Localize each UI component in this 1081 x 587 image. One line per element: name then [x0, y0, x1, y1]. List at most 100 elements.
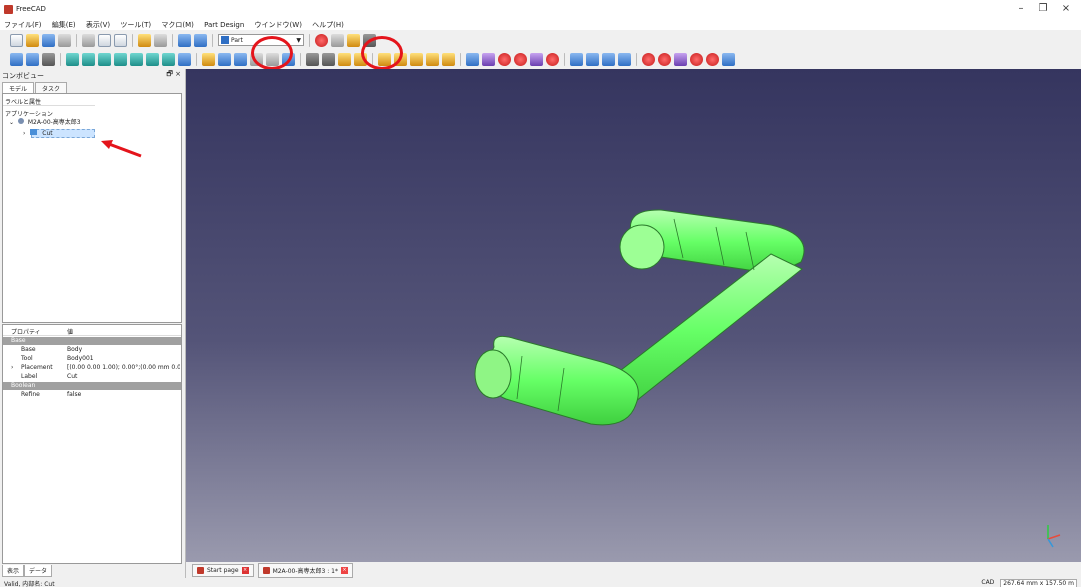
- close-button[interactable]: ×: [1058, 3, 1074, 17]
- line-icon[interactable]: [306, 52, 319, 66]
- tab-view[interactable]: 表示: [2, 565, 25, 577]
- combo-view-panel: コンボビュー 🗗 × モデル タスク ラベルと属性 アプリケーション ⌄ M2A…: [0, 69, 186, 578]
- close-icon[interactable]: ×: [241, 566, 249, 574]
- explode-compound-icon[interactable]: [482, 52, 495, 66]
- chamfer-icon[interactable]: [514, 52, 527, 66]
- document-tabs: Start page × M2A-00-高専太郎3 : 1* ×: [186, 562, 1081, 578]
- property-group-label: Boolean: [11, 382, 36, 389]
- view-top-icon[interactable]: [98, 52, 111, 66]
- view-left-icon[interactable]: [162, 52, 175, 66]
- draw-style-icon[interactable]: [42, 52, 55, 66]
- record-macro-icon[interactable]: [315, 33, 328, 47]
- property-row-refine[interactable]: Refine false: [3, 391, 181, 399]
- property-group-base[interactable]: Base: [3, 337, 181, 345]
- property-row-placement[interactable]: › Placement [(0.00 0.00 1.00); 0.00°;(0.…: [3, 364, 181, 372]
- face-maker-icon[interactable]: [530, 52, 543, 66]
- copy-icon[interactable]: [98, 33, 111, 47]
- separator: [132, 33, 133, 47]
- new-document-icon[interactable]: [10, 33, 23, 47]
- property-header: プロパティ 値: [3, 325, 181, 336]
- compound-icon[interactable]: [466, 52, 479, 66]
- property-value: Cut: [67, 373, 78, 380]
- loft-icon[interactable]: [570, 52, 583, 66]
- save-as-icon[interactable]: [58, 33, 71, 47]
- offset-icon[interactable]: [642, 52, 655, 66]
- menu-part-design[interactable]: Part Design: [200, 20, 248, 30]
- part-cube-icon[interactable]: [202, 52, 215, 66]
- fillet-icon[interactable]: [498, 52, 511, 66]
- view-isometric-icon[interactable]: [66, 52, 79, 66]
- view-rear-icon[interactable]: [130, 52, 143, 66]
- tab-model[interactable]: モデル: [2, 82, 35, 93]
- redo-icon[interactable]: [154, 33, 167, 47]
- paste-icon[interactable]: [114, 33, 127, 47]
- property-row-base[interactable]: Base Body: [3, 346, 181, 354]
- cut-icon[interactable]: [82, 33, 95, 47]
- separator: [212, 33, 213, 47]
- part-sphere-icon[interactable]: [234, 52, 247, 66]
- part-workbench-icon: [221, 36, 229, 44]
- tab-task[interactable]: タスク: [35, 82, 68, 93]
- panel-title: コンボビュー: [2, 72, 44, 80]
- model-shape[interactable]: [186, 69, 1081, 562]
- freecad-logo-icon: [4, 5, 13, 14]
- refresh-icon[interactable]: [178, 33, 191, 47]
- stop-macro-icon[interactable]: [331, 33, 344, 47]
- tab-data[interactable]: データ: [24, 565, 53, 577]
- workbench-label: Part: [231, 36, 243, 44]
- property-key: Placement: [21, 364, 53, 371]
- separator: [172, 33, 173, 47]
- property-key: Tool: [21, 355, 33, 362]
- property-tabs: 表示 データ: [2, 565, 53, 577]
- axis-indicator-icon: [1047, 525, 1061, 548]
- property-row-label[interactable]: Label Cut: [3, 373, 181, 381]
- panel-dock-buttons[interactable]: 🗗 ×: [166, 70, 181, 81]
- view-bottom-icon[interactable]: [146, 52, 159, 66]
- cross-section-icon[interactable]: [618, 52, 631, 66]
- section-icon[interactable]: [602, 52, 615, 66]
- maximize-button[interactable]: ❐: [1035, 3, 1051, 17]
- property-value: Body001: [67, 355, 94, 362]
- part-revolve-icon[interactable]: [338, 52, 351, 66]
- window-title: FreeCAD: [16, 5, 46, 13]
- mirror-icon[interactable]: [546, 52, 559, 66]
- chevron-right-icon[interactable]: ›: [23, 130, 25, 137]
- save-icon[interactable]: [42, 33, 55, 47]
- tree-item-cut[interactable]: › Cut: [23, 129, 53, 137]
- close-icon[interactable]: ×: [340, 566, 348, 574]
- diamond-icon[interactable]: [322, 52, 335, 66]
- common-icon[interactable]: [426, 52, 439, 66]
- measure-icon[interactable]: [722, 52, 735, 66]
- dimension-readout: 267.64 mm x 157.50 m: [1000, 579, 1077, 587]
- minimize-button[interactable]: –: [1013, 3, 1029, 17]
- property-row-tool[interactable]: Tool Body001: [3, 355, 181, 363]
- thickness-icon[interactable]: [658, 52, 671, 66]
- fit-selection-icon[interactable]: [26, 52, 39, 66]
- part-cylinder-icon[interactable]: [218, 52, 231, 66]
- fit-all-icon[interactable]: [10, 52, 23, 66]
- open-folder-icon[interactable]: [26, 33, 39, 47]
- tree-document[interactable]: ⌄ M2A-00-高専太郎3: [9, 117, 81, 126]
- slice-icon[interactable]: [442, 52, 455, 66]
- sweep-icon[interactable]: [586, 52, 599, 66]
- property-group-boolean[interactable]: Boolean: [3, 382, 181, 390]
- defeaturing-icon[interactable]: [690, 52, 703, 66]
- property-header-value: 値: [67, 329, 74, 336]
- check-geometry-icon[interactable]: [706, 52, 719, 66]
- view-right-icon[interactable]: [114, 52, 127, 66]
- tree-item-label: Cut: [42, 130, 53, 137]
- undo-icon[interactable]: [138, 33, 151, 47]
- measure-distance-icon[interactable]: [178, 52, 191, 66]
- view-front-icon[interactable]: [82, 52, 95, 66]
- navigation-style-button[interactable]: CAD: [981, 579, 994, 587]
- 3d-viewport[interactable]: [186, 69, 1081, 562]
- whats-this-icon[interactable]: [194, 33, 207, 47]
- tab-document[interactable]: M2A-00-高専太郎3 : 1* ×: [257, 562, 353, 578]
- fuse-icon[interactable]: [410, 52, 423, 66]
- property-value: Body: [67, 346, 83, 353]
- chevron-down-icon[interactable]: ⌄: [9, 119, 14, 126]
- chevron-right-icon[interactable]: ›: [11, 364, 13, 371]
- projection-icon[interactable]: [674, 52, 687, 66]
- tab-start-page[interactable]: Start page ×: [192, 563, 254, 577]
- macros-icon[interactable]: [347, 33, 360, 47]
